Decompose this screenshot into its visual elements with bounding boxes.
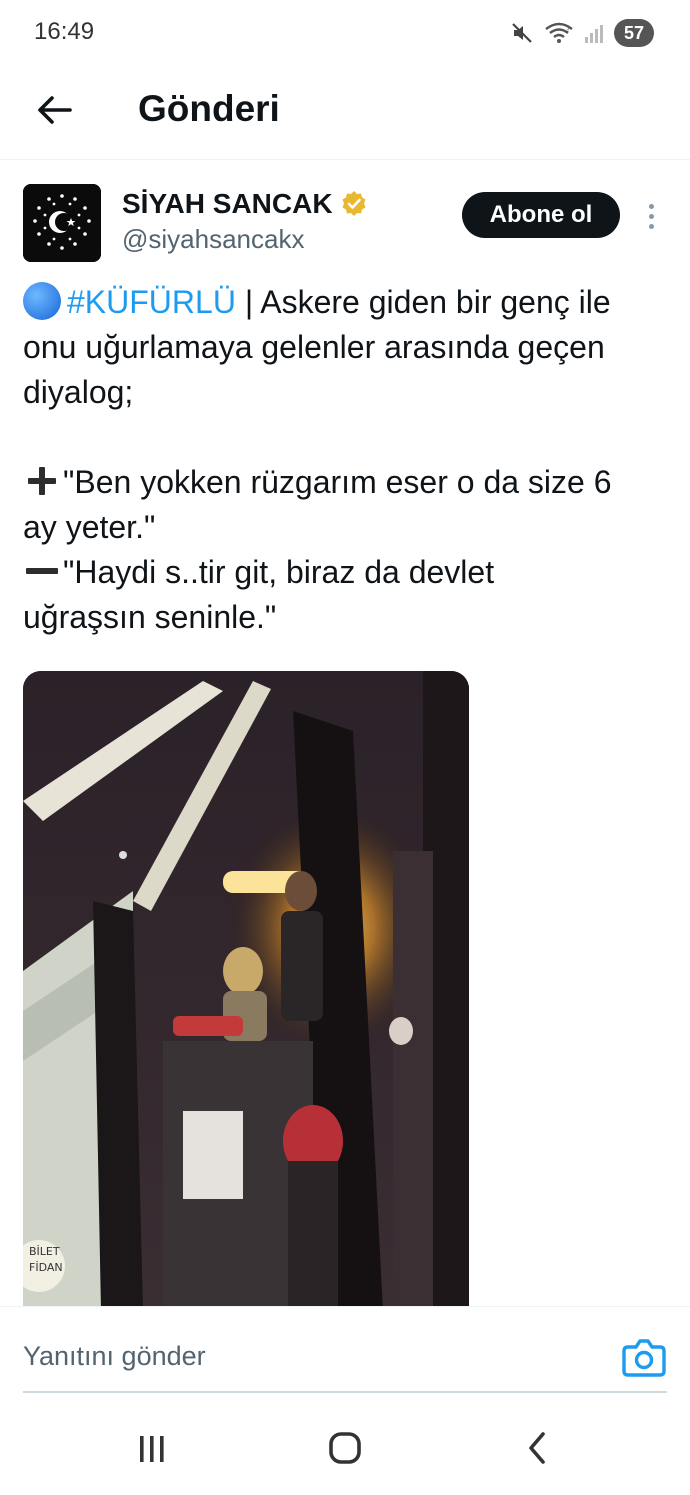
tweet-line-6: "Haydi s..tir git, biraz da devlet	[23, 550, 673, 595]
status-icons: ? 57	[510, 18, 654, 48]
back-icon	[529, 1432, 545, 1464]
mute-icon	[512, 23, 532, 43]
hashtag-link[interactable]: #KÜFÜRLÜ	[67, 284, 236, 320]
tweet-line-1: #KÜFÜRLÜ | Askere giden bir genç ile	[23, 280, 673, 325]
more-options-icon[interactable]	[636, 196, 666, 236]
more-dot	[648, 223, 654, 229]
page-title: Gönderi	[138, 88, 280, 129]
back-button[interactable]	[30, 86, 78, 134]
tweet-line-7: uğraşsın seninle."	[23, 599, 277, 635]
author-name-text: SİYAH SANCAK	[122, 188, 333, 219]
system-nav-bar	[0, 1400, 690, 1495]
system-back-button[interactable]	[518, 1428, 558, 1468]
tweet-line-4-text: "Ben yokken rüzgarım eser o da size 6	[63, 464, 612, 500]
recents-icon	[140, 1436, 164, 1462]
status-bar: 16:49 ? 57	[0, 0, 690, 64]
blue-circle-icon	[23, 282, 61, 320]
subscribe-button[interactable]: Abone ol	[462, 192, 620, 238]
page-header: Gönderi	[0, 64, 690, 160]
signal-icon	[585, 25, 603, 43]
recents-button[interactable]	[132, 1428, 172, 1468]
reply-bar: Yanıtını gönder	[0, 1306, 690, 1394]
minus-icon	[26, 568, 58, 574]
arrow-left-icon	[38, 96, 72, 124]
tweet-line-5: ay yeter."	[23, 509, 156, 545]
avatar[interactable]	[23, 184, 101, 262]
verified-badge-icon	[342, 191, 366, 216]
author-handle[interactable]: @siyahsancakx	[122, 224, 304, 255]
tweet-line-3: diyalog;	[23, 374, 134, 410]
status-time: 16:49	[34, 18, 95, 45]
crescent-star-logo-icon	[23, 184, 101, 262]
home-button[interactable]	[325, 1428, 365, 1468]
more-dot	[648, 203, 654, 209]
tweet-video[interactable]: BİLET FİDAN	[23, 671, 469, 1311]
svg-text:?: ?	[566, 25, 570, 34]
reply-input[interactable]: Yanıtını gönder	[23, 1341, 206, 1372]
more-dot	[648, 213, 654, 219]
tweet-line-4: "Ben yokken rüzgarım eser o da size 6	[23, 460, 673, 505]
video-frame: BİLET FİDAN	[23, 671, 469, 1311]
wifi-icon: ?	[545, 22, 573, 43]
media-sign-text: BİLET	[29, 1245, 60, 1258]
camera-icon	[622, 1339, 666, 1377]
battery-icon: 57	[614, 19, 654, 47]
tweet-line-6-text: "Haydi s..tir git, biraz da devlet	[63, 554, 495, 590]
tweet-line-2: onu uğurlamaya gelenler arasında geçen	[23, 329, 605, 365]
media-sign-text-2: FİDAN	[29, 1261, 63, 1274]
home-icon	[329, 1432, 361, 1464]
author-name[interactable]: SİYAH SANCAK	[122, 188, 369, 220]
tweet-text: #KÜFÜRLÜ | Askere giden bir genç ile onu…	[23, 280, 673, 640]
tweet-line-1-text: | Askere giden bir genç ile	[235, 284, 611, 320]
reply-divider	[23, 1391, 667, 1393]
plus-icon	[28, 467, 56, 495]
camera-button[interactable]	[622, 1337, 666, 1377]
